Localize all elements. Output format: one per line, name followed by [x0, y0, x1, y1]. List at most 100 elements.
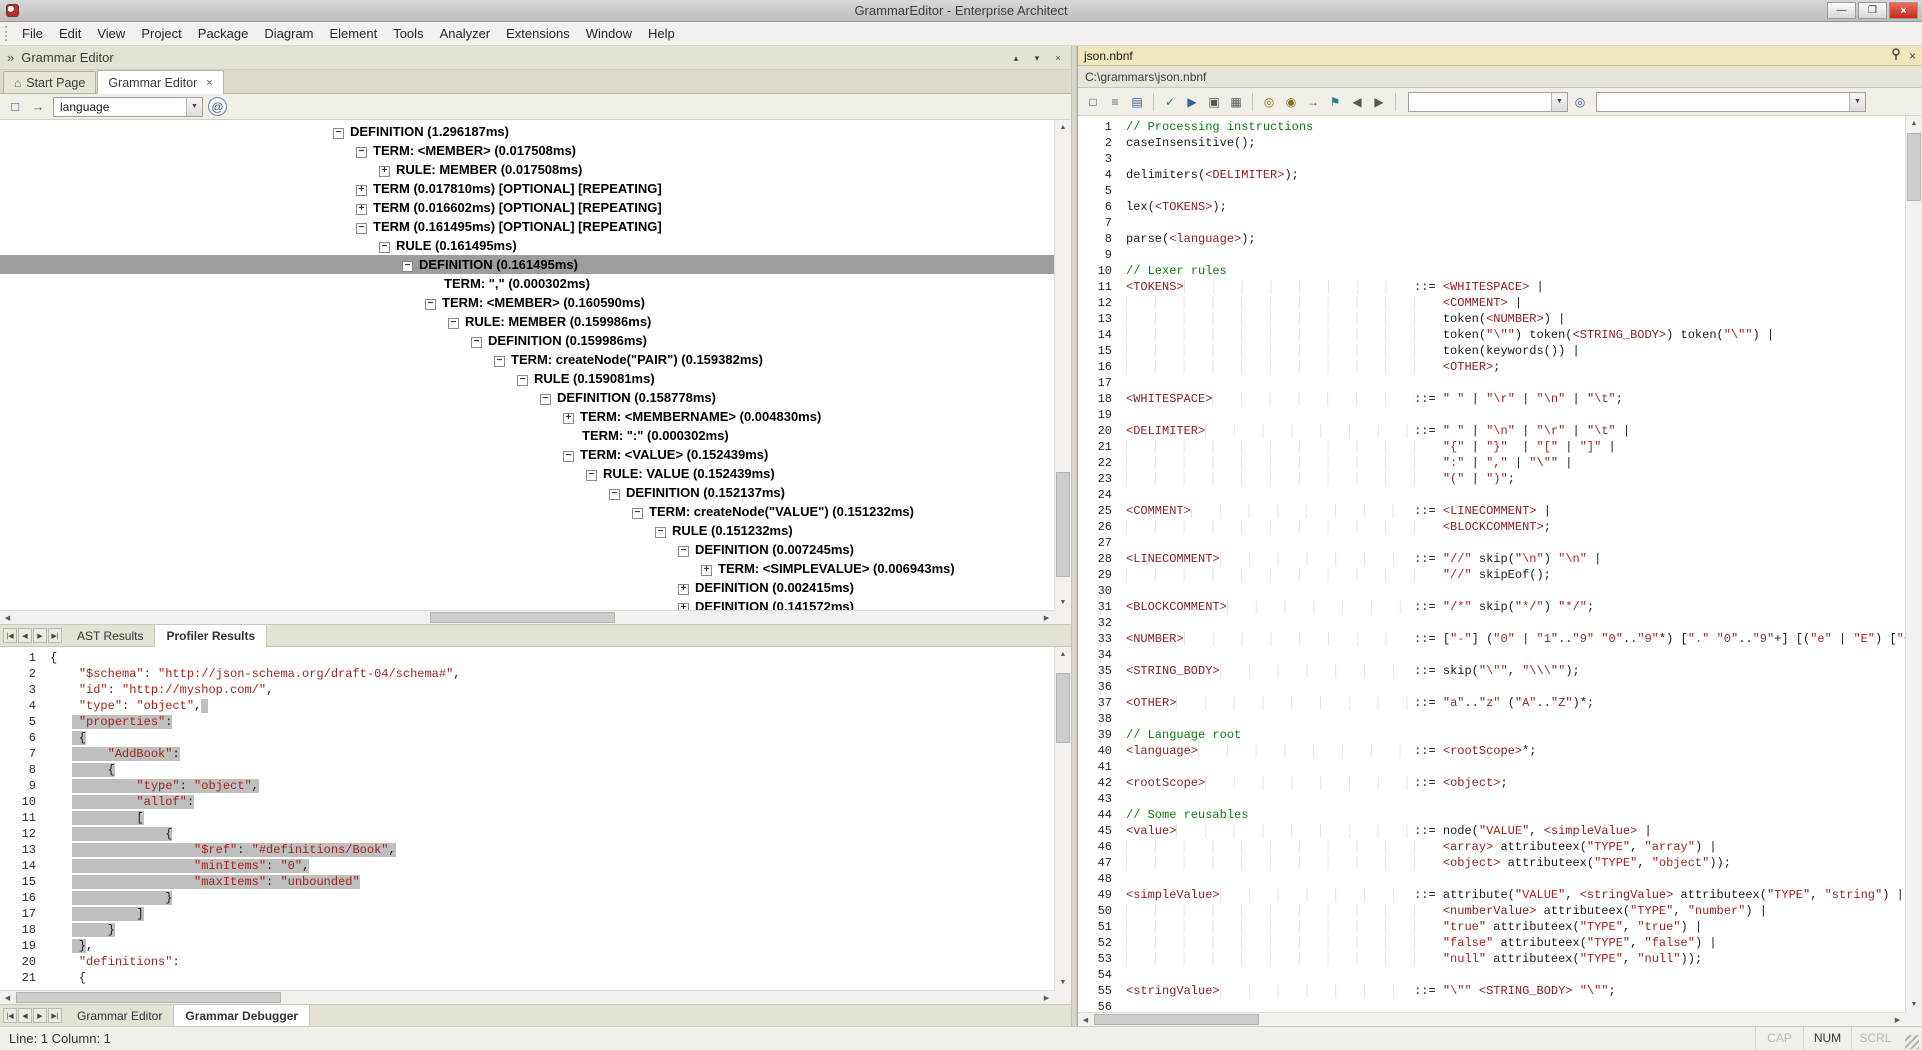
- tab-grammar-editor[interactable]: Grammar Editor×: [97, 70, 223, 94]
- tree-row[interactable]: −DEFINITION (1.296187ms): [0, 122, 1054, 141]
- tree-row[interactable]: −RULE (0.151232ms): [0, 521, 1054, 540]
- first-tab-button[interactable]: |◀: [3, 1008, 17, 1023]
- scroll-left-icon[interactable]: ◀: [0, 611, 15, 624]
- replace-icon[interactable]: ◉: [1281, 92, 1301, 112]
- scroll-left-icon[interactable]: ◀: [1078, 1013, 1093, 1026]
- menu-analyzer[interactable]: Analyzer: [432, 22, 499, 46]
- export-grammar-icon[interactable]: →: [28, 97, 48, 117]
- tree-row[interactable]: −DEFINITION (0.152137ms): [0, 483, 1054, 502]
- tab-grammar-debugger[interactable]: Grammar Debugger: [174, 1005, 310, 1027]
- scroll-right-icon[interactable]: ▶: [1890, 1013, 1905, 1026]
- save-icon[interactable]: ▤: [1127, 92, 1147, 112]
- collapse-icon[interactable]: −: [609, 489, 620, 500]
- expand-icon[interactable]: +: [356, 185, 367, 196]
- search-combobox[interactable]: ▼: [1408, 92, 1568, 112]
- menu-extensions[interactable]: Extensions: [498, 22, 578, 46]
- resize-grip[interactable]: [1905, 1035, 1919, 1049]
- previous-bookmark-icon[interactable]: ◀: [1347, 92, 1367, 112]
- collapse-icon[interactable]: −: [425, 299, 436, 310]
- expand-icon[interactable]: +: [356, 204, 367, 215]
- bookmark-icon[interactable]: ⚑: [1325, 92, 1345, 112]
- source-vertical-scrollbar[interactable]: ▲ ▼: [1054, 647, 1071, 990]
- collapse-icon[interactable]: −: [333, 128, 344, 139]
- collapse-icon[interactable]: −: [632, 508, 643, 519]
- search-button[interactable]: ◎: [1570, 92, 1590, 112]
- collapse-icon[interactable]: −: [678, 546, 689, 557]
- tree-row[interactable]: +TERM: <SIMPLEVALUE> (0.006943ms): [0, 559, 1054, 578]
- copy-icon[interactable]: ▣: [1204, 92, 1224, 112]
- tree-row[interactable]: TERM: ":" (0.000302ms): [0, 426, 1054, 445]
- next-tab-button[interactable]: ▶: [33, 628, 47, 643]
- previous-tab-button[interactable]: ◀: [18, 628, 32, 643]
- tree-row[interactable]: +TERM (0.017810ms) [OPTIONAL] [REPEATING…: [0, 179, 1054, 198]
- minimize-button[interactable]: —: [1827, 2, 1856, 19]
- tree-row[interactable]: −DEFINITION (0.161495ms): [0, 255, 1054, 274]
- source-horizontal-scrollbar[interactable]: ◀ ▶: [0, 990, 1054, 1004]
- scroll-down-icon[interactable]: ▼: [1906, 997, 1922, 1012]
- filter-combobox[interactable]: ▼: [1596, 92, 1866, 112]
- menu-file[interactable]: File: [14, 22, 51, 46]
- menu-tools[interactable]: Tools: [385, 22, 431, 46]
- editor-vertical-scrollbar[interactable]: ▲ ▼: [1905, 116, 1922, 1012]
- scrollbar-thumb[interactable]: [16, 992, 281, 1003]
- chevron-down-icon[interactable]: ▼: [1551, 93, 1567, 111]
- window-position-menu-icon[interactable]: ▾: [1028, 50, 1046, 66]
- close-button[interactable]: ×: [1889, 2, 1918, 19]
- tree-row[interactable]: −DEFINITION (0.159986ms): [0, 331, 1054, 350]
- tab-ast-results[interactable]: AST Results: [66, 625, 155, 647]
- tree-row[interactable]: +DEFINITION (0.141572ms): [0, 597, 1054, 610]
- find-icon[interactable]: ◎: [1259, 92, 1279, 112]
- menu-window[interactable]: Window: [578, 22, 640, 46]
- tree-row[interactable]: −RULE: MEMBER (0.159986ms): [0, 312, 1054, 331]
- tree-row[interactable]: −TERM: createNode("VALUE") (0.151232ms): [0, 502, 1054, 521]
- collapse-panel-icon[interactable]: ▴: [1007, 50, 1025, 66]
- tree-row[interactable]: +DEFINITION (0.002415ms): [0, 578, 1054, 597]
- scroll-right-icon[interactable]: ▶: [1039, 991, 1054, 1004]
- scroll-right-icon[interactable]: ▶: [1039, 611, 1054, 624]
- menu-project[interactable]: Project: [133, 22, 189, 46]
- tree-vertical-scrollbar[interactable]: ▲ ▼: [1054, 120, 1071, 610]
- paste-icon[interactable]: ▦: [1226, 92, 1246, 112]
- collapse-icon[interactable]: −: [586, 470, 597, 481]
- collapse-icon[interactable]: −: [379, 242, 390, 253]
- language-select[interactable]: language ▼: [53, 97, 203, 117]
- chevron-down-icon[interactable]: ▼: [186, 98, 202, 116]
- menu-diagram[interactable]: Diagram: [256, 22, 321, 46]
- collapse-icon[interactable]: −: [402, 261, 413, 272]
- validate-grammar-icon[interactable]: ✓: [1160, 92, 1180, 112]
- menu-view[interactable]: View: [89, 22, 133, 46]
- tree-row[interactable]: −RULE (0.161495ms): [0, 236, 1054, 255]
- tree-row[interactable]: −TERM: <VALUE> (0.152439ms): [0, 445, 1054, 464]
- collapse-icon[interactable]: −: [471, 337, 482, 348]
- tree-row[interactable]: −TERM: <MEMBER> (0.160590ms): [0, 293, 1054, 312]
- sample-source[interactable]: 1{2 "$schema": "http://json-schema.org/d…: [0, 650, 1054, 990]
- expand-icon[interactable]: +: [678, 603, 689, 610]
- tab-profiler-results[interactable]: Profiler Results: [155, 625, 267, 647]
- tree-row[interactable]: TERM: "," (0.000302ms): [0, 274, 1054, 293]
- scrollbar-thumb[interactable]: [430, 612, 615, 623]
- collapse-icon[interactable]: −: [655, 527, 666, 538]
- scroll-up-icon[interactable]: ▲: [1906, 116, 1922, 131]
- expand-icon[interactable]: +: [678, 584, 689, 595]
- tree-row[interactable]: +TERM (0.016602ms) [OPTIONAL] [REPEATING…: [0, 198, 1054, 217]
- scrollbar-thumb[interactable]: [1094, 1014, 1259, 1025]
- scroll-up-icon[interactable]: ▲: [1055, 120, 1071, 135]
- tree-horizontal-scrollbar[interactable]: ◀ ▶: [0, 610, 1054, 624]
- last-tab-button[interactable]: ▶|: [48, 628, 62, 643]
- collapse-icon[interactable]: −: [517, 375, 528, 386]
- menu-element[interactable]: Element: [322, 22, 386, 46]
- close-tab-icon[interactable]: ×: [206, 77, 212, 89]
- first-tab-button[interactable]: |◀: [3, 628, 17, 643]
- maximize-button[interactable]: ❐: [1858, 2, 1887, 19]
- tree-row[interactable]: −DEFINITION (0.158778ms): [0, 388, 1054, 407]
- collapse-icon[interactable]: −: [563, 451, 574, 462]
- tab-start-page[interactable]: ⌂Start Page: [3, 71, 96, 93]
- scrollbar-thumb[interactable]: [1056, 673, 1070, 743]
- menu-package[interactable]: Package: [190, 22, 257, 46]
- scroll-left-icon[interactable]: ◀: [0, 991, 15, 1004]
- tab-grammar-editor[interactable]: Grammar Editor: [66, 1005, 174, 1027]
- tree-row[interactable]: −TERM (0.161495ms) [OPTIONAL] [REPEATING…: [0, 217, 1054, 236]
- previous-tab-button[interactable]: ◀: [18, 1008, 32, 1023]
- grammar-code[interactable]: 1// Processing instructions2caseInsensit…: [1078, 119, 1905, 1012]
- scrollbar-thumb[interactable]: [1056, 472, 1070, 577]
